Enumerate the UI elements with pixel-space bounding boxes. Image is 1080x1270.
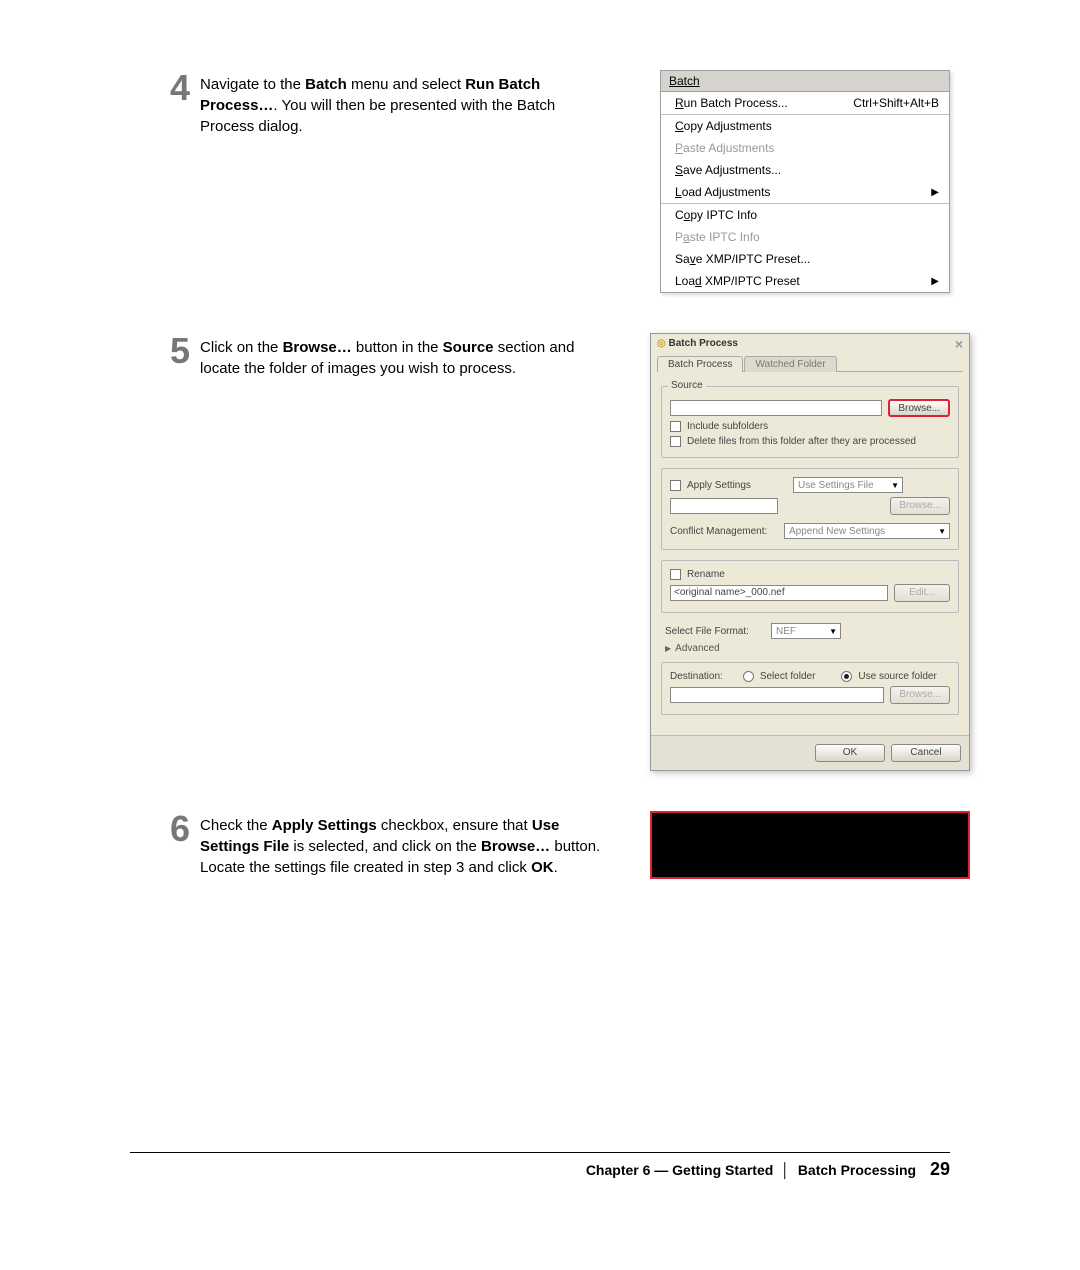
dialog-app-icon: ◎ (657, 338, 666, 349)
source-label: Source (668, 380, 706, 391)
apply-settings-section: Apply Settings Use Settings File ▼ Brows… (661, 468, 959, 550)
source-path-input[interactable] (670, 400, 882, 416)
step-6: 6 Check the Apply Settings checkbox, ens… (170, 811, 950, 879)
rename-checkbox[interactable] (670, 569, 681, 580)
advanced-toggle[interactable]: ▶ Advanced (665, 643, 955, 654)
file-format-select[interactable]: NEF ▼ (771, 623, 841, 639)
step-6-image (650, 811, 970, 879)
triangle-right-icon: ▶ (665, 644, 671, 653)
source-section: Source Browse... Include subfolders Dele… (661, 386, 959, 458)
footer-chapter: Chapter 6 — Getting Started (586, 1162, 773, 1178)
conflict-label: Conflict Management: (670, 526, 778, 537)
file-format-label: Select File Format: (665, 626, 765, 637)
dialog-body: Source Browse... Include subfolders Dele… (657, 371, 963, 729)
step-5-image: ◎ Batch Process × Batch Process Watched … (650, 333, 970, 771)
browse-destination-button[interactable]: Browse... (890, 686, 950, 704)
include-subfolders-label: Include subfolders (687, 421, 768, 432)
batch-menu: Batch Run Batch Process... Ctrl+Shift+Al… (660, 70, 950, 293)
step-body: Click on the Browse… button in the Sourc… (200, 333, 610, 379)
close-icon[interactable]: × (955, 339, 963, 349)
step-number: 6 (170, 811, 190, 878)
footer-section: Batch Processing (798, 1162, 916, 1178)
page-number: 29 (930, 1159, 950, 1179)
settings-source-select[interactable]: Use Settings File ▼ (793, 477, 903, 493)
menu-copy-iptc[interactable]: Copy IPTC Info (661, 204, 949, 226)
step-number: 5 (170, 333, 190, 379)
browse-settings-button[interactable]: Browse... (890, 497, 950, 515)
step-4-image: Batch Run Batch Process... Ctrl+Shift+Al… (650, 70, 950, 293)
menu-load-adjustments[interactable]: Load Adjustments ▶ (661, 181, 949, 203)
delete-after-checkbox[interactable] (670, 436, 681, 447)
tab-batch-process[interactable]: Batch Process (657, 356, 743, 372)
highlighted-crop (650, 811, 970, 879)
menu-shortcut: Ctrl+Shift+Alt+B (853, 96, 939, 110)
step-number: 4 (170, 70, 190, 137)
step-5: 5 Click on the Browse… button in the Sou… (170, 333, 950, 771)
destination-section: Destination: Select folder Use source fo… (661, 662, 959, 715)
tab-watched-folder[interactable]: Watched Folder (744, 356, 836, 372)
cancel-button[interactable]: Cancel (891, 744, 961, 762)
radio-use-source[interactable] (841, 671, 852, 682)
conflict-management-select[interactable]: Append New Settings ▼ (784, 523, 950, 539)
menu-copy-adjustments[interactable]: Copy Adjustments (661, 115, 949, 137)
include-subfolders-checkbox[interactable] (670, 421, 681, 432)
chevron-down-icon: ▼ (938, 527, 946, 536)
rename-label: Rename (687, 569, 725, 580)
dialog-footer: OK Cancel (651, 735, 969, 770)
radio-select-folder[interactable] (743, 671, 754, 682)
menu-paste-iptc: Paste IPTC Info (661, 226, 949, 248)
menu-run-batch[interactable]: Run Batch Process... Ctrl+Shift+Alt+B (661, 92, 949, 114)
step-4: 4 Navigate to the Batch menu and select … (170, 70, 950, 293)
delete-after-label: Delete files from this folder after they… (687, 436, 916, 447)
submenu-arrow-icon: ▶ (931, 187, 939, 198)
destination-label: Destination: (670, 671, 723, 682)
rename-section: Rename <original name>_000.nef Edit... (661, 560, 959, 613)
menu-load-xmp-preset[interactable]: Load XMP/IPTC Preset ▶ (661, 270, 949, 292)
settings-file-input[interactable] (670, 498, 778, 514)
edit-rename-button[interactable]: Edit... (894, 584, 950, 602)
menu-save-xmp-preset[interactable]: Save XMP/IPTC Preset... (661, 248, 949, 270)
dialog-tabs: Batch Process Watched Folder (651, 355, 969, 371)
menu-title[interactable]: Batch (661, 71, 949, 92)
apply-settings-label: Apply Settings (687, 480, 787, 491)
menu-save-adjustments[interactable]: Save Adjustments... (661, 159, 949, 181)
batch-process-dialog: ◎ Batch Process × Batch Process Watched … (650, 333, 970, 771)
chevron-down-icon: ▼ (891, 481, 899, 490)
ok-button[interactable]: OK (815, 744, 885, 762)
page-footer: Chapter 6 — Getting Started │ Batch Proc… (130, 1152, 950, 1180)
submenu-arrow-icon: ▶ (931, 276, 939, 287)
dialog-title: Batch Process (669, 338, 738, 349)
step-body: Check the Apply Settings checkbox, ensur… (200, 811, 610, 878)
menu-paste-adjustments: Paste Adjustments (661, 137, 949, 159)
dialog-titlebar[interactable]: ◎ Batch Process × (651, 334, 969, 355)
browse-source-button[interactable]: Browse... (888, 399, 950, 417)
apply-settings-checkbox[interactable] (670, 480, 681, 491)
destination-path-input[interactable] (670, 687, 884, 703)
step-body: Navigate to the Batch menu and select Ru… (200, 70, 610, 137)
chevron-down-icon: ▼ (829, 627, 837, 636)
rename-pattern-input[interactable]: <original name>_000.nef (670, 585, 888, 601)
